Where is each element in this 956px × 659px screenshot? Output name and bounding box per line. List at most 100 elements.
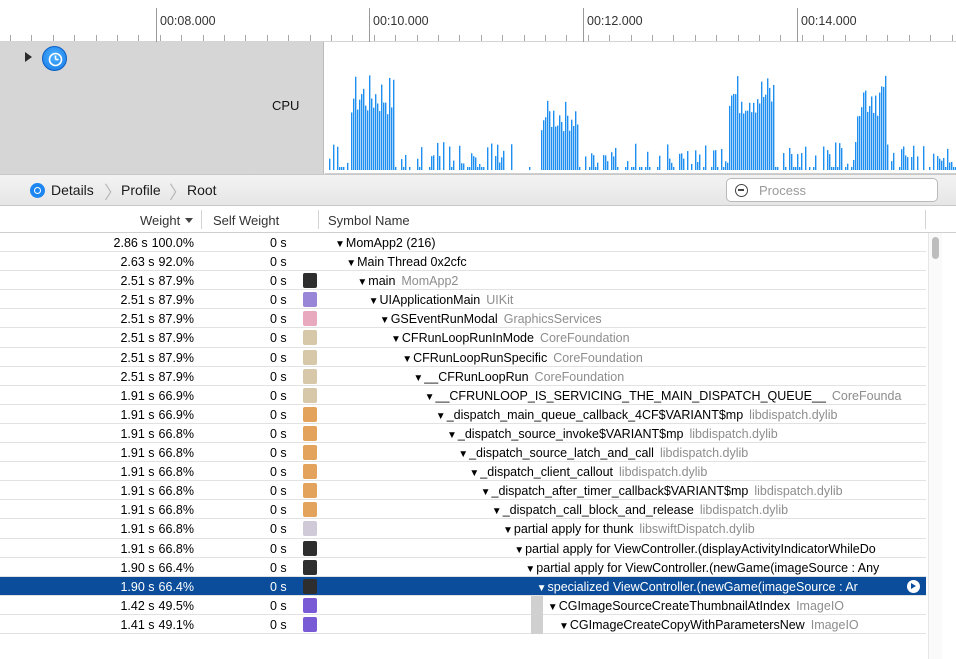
timeline-ruler[interactable]: 00:08.000 00:10.000 00:12.000 00:14.000 <box>0 0 956 42</box>
filter-input[interactable] <box>759 182 929 199</box>
disclosure-triangle-icon[interactable]: ▼ <box>537 583 547 594</box>
cpu-usage-bar <box>603 155 605 170</box>
cpu-usage-bar <box>639 167 641 170</box>
table-row[interactable]: 2.51 s 87.9% 0 s ▼main MomApp2 <box>0 271 926 291</box>
table-row[interactable]: 1.91 s 66.8% 0 s ▼_dispatch_after_timer_cal… <box>0 481 926 501</box>
disclosure-triangle-icon[interactable]: ▼ <box>559 621 569 632</box>
cpu-usage-bar <box>791 154 793 170</box>
column-divider[interactable] <box>201 210 202 229</box>
cpu-usage-bar <box>723 167 725 170</box>
disclosure-triangle-icon[interactable]: ▼ <box>413 373 423 384</box>
table-row[interactable]: 2.51 s 87.9% 0 s ▼CFRunLoopRunSpecific CoreF… <box>0 348 926 367</box>
cpu-usage-bar <box>607 161 609 170</box>
go-to-source-icon[interactable] <box>907 579 920 593</box>
disclosure-triangle-icon[interactable]: ▼ <box>402 354 412 365</box>
disclosure-triangle-icon[interactable]: ▼ <box>503 525 513 536</box>
grid-library-icon <box>303 521 317 537</box>
disclosure-triangle-icon[interactable]: ▼ <box>369 296 379 307</box>
column-weight[interactable]: Weight <box>140 213 180 228</box>
symbol-cell: ▼_dispatch_call_block_and_release libdisp… <box>492 503 920 517</box>
filter-icon[interactable] <box>735 184 748 197</box>
disclosure-triangle-icon[interactable]: ▼ <box>380 315 390 326</box>
table-row[interactable]: 2.51 s 87.9% 0 s ▼GSEventRunModal GraphicsSe… <box>0 309 926 329</box>
table-row-selected[interactable]: 1.90 s 66.4% 0 s ▼specialized ViewControlle… <box>0 576 926 596</box>
disclosure-triangle-icon[interactable]: ▼ <box>458 449 468 460</box>
self-weight-cell: 0 s <box>270 350 287 365</box>
column-divider[interactable] <box>318 210 319 229</box>
weight-percent: 66.8% <box>158 484 194 499</box>
table-row[interactable]: 2.63 s 92.0% 0 s ▼Main Thread 0x2cfc <box>0 252 926 272</box>
cpu-track-header[interactable]: CPU <box>0 42 324 174</box>
disclosure-triangle-icon[interactable]: ▼ <box>469 468 479 479</box>
ruler-minor-tick <box>374 35 375 41</box>
disclosure-triangle-icon[interactable]: ▼ <box>335 239 345 250</box>
disclosure-triangle-icon[interactable]: ▼ <box>447 430 457 441</box>
cpu-usage-bar <box>731 95 733 170</box>
cpu-usage-bar <box>869 106 871 170</box>
column-divider[interactable] <box>925 210 926 229</box>
symbol-cell: ▼__CFRunLoopRun CoreFoundation <box>413 370 920 384</box>
cpu-usage-bar <box>611 152 613 170</box>
weight-time: 1.91 s <box>120 484 155 499</box>
table-row[interactable]: 1.91 s 66.9% 0 s ▼__CFRUNLOOP_IS_SERVICING_… <box>0 386 926 405</box>
weight-cell: 1.42 s 49.5% <box>120 599 194 613</box>
symbol-cell: ▼main MomApp2 <box>357 274 920 288</box>
breadcrumb-profile[interactable]: Profile <box>121 182 161 198</box>
breadcrumb-root[interactable]: Root <box>187 182 217 198</box>
table-row[interactable]: 1.91 s 66.8% 0 s ▼_dispatch_call_block_and_… <box>0 500 926 520</box>
table-row[interactable]: 1.91 s 66.8% 0 s ▼_dispatch_source_latch_an… <box>0 443 926 463</box>
cpu-usage-bar <box>899 167 901 170</box>
table-row[interactable]: 1.90 s 66.4% 0 s ▼partial apply for ViewCon… <box>0 558 926 577</box>
cpu-usage-bar <box>949 162 951 170</box>
breadcrumb-details[interactable]: Details <box>51 182 94 198</box>
table-row[interactable]: 1.91 s 66.8% 0 s ▼partial apply for thunk li… <box>0 519 926 539</box>
disclosure-triangle-icon[interactable]: ▼ <box>436 411 446 422</box>
weight-percent: 66.8% <box>158 541 194 556</box>
weight-time: 1.91 s <box>120 426 155 441</box>
disclosure-triangle-icon[interactable]: ▼ <box>548 602 558 613</box>
cpu-usage-bar <box>757 99 759 170</box>
symbol-cell: ▼partial apply for thunk libswiftDispatch… <box>503 522 920 536</box>
call-tree[interactable]: 2.86 s 100.0% 0 s ▼MomApp2 (216) 2.63 s 92.0%… <box>0 233 926 634</box>
table-row[interactable]: 2.86 s 100.0% 0 s ▼MomApp2 (216) <box>0 233 926 253</box>
disclosure-triangle-icon[interactable]: ▼ <box>514 545 524 556</box>
disclosure-triangle-icon[interactable]: ▼ <box>492 506 502 517</box>
disclosure-triangle-icon[interactable]: ▼ <box>525 564 535 575</box>
orange-library-icon <box>303 464 317 480</box>
cpu-usage-bar <box>471 153 473 170</box>
filter-field[interactable] <box>726 178 938 202</box>
table-row[interactable]: 1.91 s 66.9% 0 s ▼_dispatch_main_queue_call… <box>0 405 926 424</box>
column-self-weight[interactable]: Self Weight <box>213 213 279 228</box>
table-row[interactable]: 2.51 s 87.9% 0 s ▼CFRunLoopRunInMode CoreFou… <box>0 328 926 348</box>
table-row[interactable]: 1.41 s 49.1% 0 s ▼CGImageCreateCopyWithPara… <box>0 614 926 634</box>
symbol-cell: ▼_dispatch_source_latch_and_call libdispa… <box>458 446 920 460</box>
details-icon[interactable] <box>30 183 45 198</box>
weight-cell: 1.91 s 66.8% <box>120 446 194 460</box>
disclosure-triangle-icon[interactable]: ▼ <box>425 392 435 403</box>
table-row[interactable]: 1.42 s 49.5% 0 s ▼CGImageSourceCreateThumbn… <box>0 595 926 615</box>
disclosure-triangle-icon[interactable]: ▼ <box>481 487 491 498</box>
weight-time: 1.41 s <box>120 617 155 632</box>
table-row[interactable]: 2.51 s 87.9% 0 s ▼UIApplicationMain UIKit <box>0 290 926 310</box>
vertical-scrollbar[interactable] <box>928 233 942 659</box>
table-row[interactable]: 2.51 s 87.9% 0 s ▼__CFRunLoopRun CoreFoundat… <box>0 367 926 386</box>
cpu-usage-bar <box>347 162 349 170</box>
cpu-usage-bar <box>837 167 839 170</box>
weight-percent: 49.5% <box>158 598 194 613</box>
table-row[interactable]: 1.91 s 66.8% 0 s ▼_dispatch_source_invoke$V… <box>0 424 926 444</box>
disclosure-triangle-icon[interactable]: ▼ <box>357 277 367 288</box>
scrollbar-thumb[interactable] <box>932 237 939 259</box>
table-row[interactable]: 1.91 s 66.8% 0 s ▼partial apply for ViewCon… <box>0 539 926 558</box>
heaviest-stack-indicator <box>531 614 543 634</box>
disclosure-triangle-icon[interactable]: ▼ <box>346 258 356 269</box>
ruler-minor-tick <box>459 35 460 41</box>
cpu-usage-bar <box>747 110 749 170</box>
disclosure-triangle-icon[interactable] <box>25 52 32 62</box>
weight-cell: 2.51 s 87.9% <box>120 293 194 307</box>
disclosure-triangle-icon[interactable]: ▼ <box>391 334 401 345</box>
cpu-usage-graph[interactable] <box>325 42 956 174</box>
column-symbol-name[interactable]: Symbol Name <box>328 213 410 228</box>
table-row[interactable]: 1.91 s 66.8% 0 s ▼_dispatch_client_callout l… <box>0 462 926 482</box>
cpu-usage-bar <box>401 159 403 170</box>
symbol-name: specialized ViewController.(newGame(imag… <box>547 579 858 594</box>
